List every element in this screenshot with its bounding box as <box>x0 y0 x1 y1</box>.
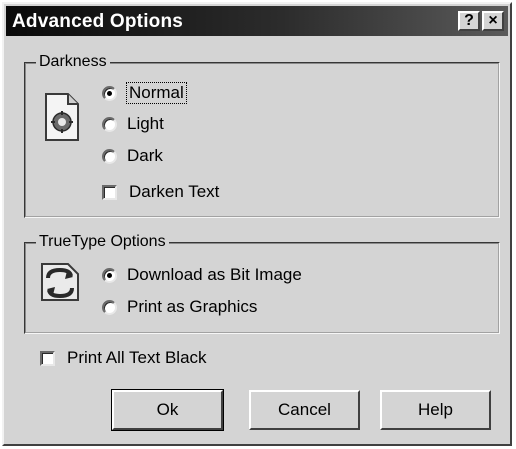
radio-normal[interactable] <box>102 85 117 101</box>
darken-text-checkbox[interactable] <box>102 184 117 200</box>
close-icon[interactable]: × <box>482 11 504 31</box>
print-all-text-black-checkbox[interactable] <box>40 350 55 366</box>
truetype-options-group: TrueType Options Download as Bit Image P… <box>24 233 500 334</box>
darken-text-label: Darken Text <box>129 182 220 201</box>
darkness-option-normal[interactable]: Normal <box>102 82 187 104</box>
truetype-group-label: TrueType Options <box>36 233 169 251</box>
ok-button[interactable]: Ok <box>111 389 224 431</box>
help-button[interactable]: Help <box>380 390 491 430</box>
darken-text-option[interactable]: Darken Text <box>102 181 219 203</box>
font-refresh-icon <box>38 260 82 309</box>
advanced-options-dialog: Advanced Options ? × Darkness Normal Lig… <box>2 2 512 446</box>
window-title: Advanced Options <box>12 11 184 32</box>
radio-print-graphics-label: Print as Graphics <box>127 297 258 316</box>
truetype-option-graphics[interactable]: Print as Graphics <box>102 296 257 318</box>
radio-light[interactable] <box>102 116 117 132</box>
title-bar[interactable]: Advanced Options ? × <box>6 6 508 36</box>
darkness-option-light[interactable]: Light <box>102 113 164 135</box>
print-all-text-black-option[interactable]: Print All Text Black <box>40 347 207 369</box>
radio-dark-label: Dark <box>127 146 163 165</box>
radio-download-bit-image-label: Download as Bit Image <box>127 265 302 284</box>
truetype-option-bit-image[interactable]: Download as Bit Image <box>102 264 302 286</box>
darkness-option-dark[interactable]: Dark <box>102 145 163 167</box>
radio-download-bit-image[interactable] <box>102 267 117 283</box>
print-all-text-black-label: Print All Text Black <box>67 348 207 367</box>
document-gear-icon <box>44 92 80 147</box>
cancel-button[interactable]: Cancel <box>249 390 360 430</box>
help-question-icon[interactable]: ? <box>458 11 480 31</box>
radio-print-graphics[interactable] <box>102 299 117 315</box>
radio-normal-label: Normal <box>126 82 187 104</box>
darkness-group: Darkness Normal Light Dark Darken Text <box>24 53 500 218</box>
radio-dark[interactable] <box>102 148 117 164</box>
radio-light-label: Light <box>127 114 164 133</box>
darkness-group-label: Darkness <box>36 53 110 71</box>
